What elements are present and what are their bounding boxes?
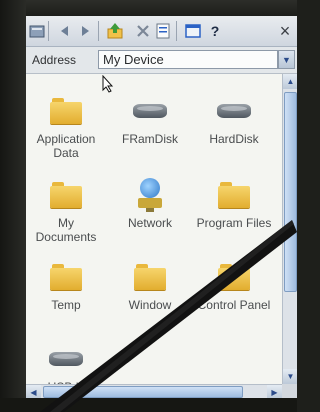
vertical-scroll-thumb[interactable]: [284, 92, 297, 292]
back-icon[interactable]: [56, 22, 74, 40]
file-item-label: Application Data: [36, 132, 96, 160]
folder-icon: [214, 260, 254, 294]
file-item-label: Window: [128, 298, 172, 312]
up-folder-icon[interactable]: [106, 22, 124, 40]
disk-icon: [214, 94, 254, 128]
scrollbar-corner: [282, 384, 297, 398]
scroll-right-icon[interactable]: ▶: [267, 385, 282, 398]
close-icon[interactable]: ×: [276, 22, 294, 40]
horizontal-scroll-thumb[interactable]: [43, 386, 243, 398]
file-item-network[interactable]: Network: [110, 178, 190, 230]
help-glyph: ?: [210, 23, 220, 39]
chevron-down-icon: ▼: [282, 54, 291, 65]
close-glyph: ×: [279, 21, 291, 41]
horizontal-scrollbar[interactable]: ◀ ▶: [26, 384, 282, 398]
file-item-label: HardDisk: [209, 132, 259, 146]
disk-icon: [130, 94, 170, 128]
folder-up-icon[interactable]: [28, 22, 46, 40]
file-item-label: Network: [127, 216, 172, 230]
file-list: Application Data FRamDisk HardDisk My Do…: [26, 74, 282, 394]
disk-icon: [46, 342, 86, 376]
folder-icon: [46, 260, 86, 294]
help-icon[interactable]: ?: [206, 22, 224, 40]
toolbar-separator: [98, 21, 99, 41]
forward-icon[interactable]: [76, 22, 94, 40]
device-bezel-bottom: [0, 398, 297, 412]
scroll-down-icon[interactable]: ▼: [283, 369, 297, 384]
file-item-label: Control Panel: [197, 298, 271, 312]
device-bezel-left: [0, 0, 26, 412]
network-icon: [130, 178, 170, 212]
file-item-label: My Documents: [35, 216, 97, 244]
vertical-scrollbar[interactable]: ▲ ▼: [282, 74, 297, 384]
file-item-label: FRamDisk: [122, 132, 178, 146]
file-item-windows[interactable]: Window: [110, 260, 190, 312]
folder-icon: [46, 94, 86, 128]
file-item-temp[interactable]: Temp: [26, 260, 106, 312]
file-item-application-data[interactable]: Application Data: [26, 94, 106, 160]
file-item-my-documents[interactable]: My Documents: [26, 178, 106, 244]
scroll-left-icon[interactable]: ◀: [26, 385, 41, 398]
folder-icon: [130, 260, 170, 294]
address-bar: Address My Device ▼: [26, 47, 297, 74]
view-icon[interactable]: [184, 22, 202, 40]
file-item-label: Program Files: [196, 216, 272, 230]
file-item-control-panel[interactable]: Control Panel: [194, 260, 274, 312]
properties-icon[interactable]: [154, 22, 172, 40]
device-bezel-top: [0, 0, 297, 16]
explorer-window: ? × Address My Device ▼ Application Data…: [26, 16, 297, 398]
scroll-up-icon[interactable]: ▲: [283, 74, 297, 89]
address-dropdown-button[interactable]: ▼: [278, 50, 295, 69]
file-item-harddisk[interactable]: HardDisk: [194, 94, 274, 146]
delete-icon[interactable]: [134, 22, 152, 40]
address-label: Address: [32, 53, 77, 67]
mouse-cursor-icon: [102, 75, 114, 93]
file-item-program-files[interactable]: Program Files: [194, 178, 274, 230]
folder-icon: [214, 178, 254, 212]
file-item-label: Temp: [51, 298, 81, 312]
folder-icon: [46, 178, 86, 212]
toolbar-separator: [48, 21, 49, 41]
address-input[interactable]: My Device: [98, 50, 278, 69]
toolbar: ? ×: [26, 16, 297, 47]
file-item-framdisk[interactable]: FRamDisk: [110, 94, 190, 146]
toolbar-separator: [176, 21, 177, 41]
